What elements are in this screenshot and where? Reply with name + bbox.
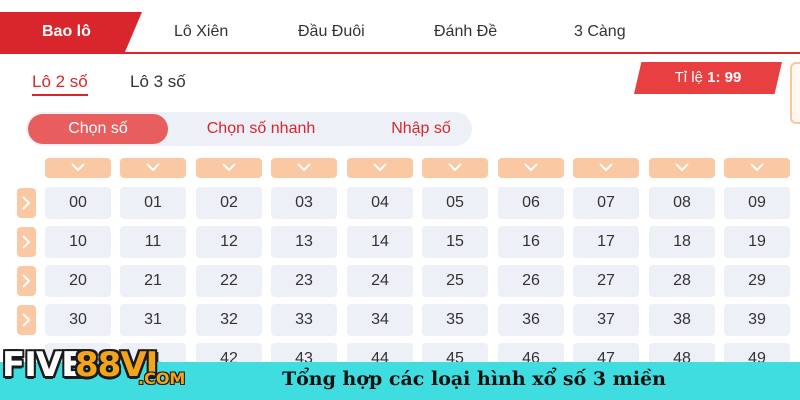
chevron-down-icon [222, 163, 236, 172]
chevron-down-icon [71, 163, 85, 172]
tab-danh-de[interactable]: Đánh Đề [434, 12, 497, 52]
number-cell[interactable]: 39 [724, 304, 790, 336]
banner-title: Tổng hợp các loại hình xổ số 3 miền [282, 368, 666, 390]
column-toggle-5[interactable] [422, 158, 488, 178]
number-cell[interactable]: 33 [271, 304, 337, 336]
row-toggle-1[interactable] [17, 227, 36, 257]
tab-dau-duoi[interactable]: Đầu Đuôi [298, 12, 365, 52]
column-toggle-8[interactable] [649, 158, 715, 178]
number-cell[interactable]: 07 [573, 187, 639, 219]
number-cell[interactable]: 09 [724, 187, 790, 219]
logo-com: .COM [138, 369, 186, 388]
number-cell[interactable]: 14 [347, 226, 413, 258]
number-cell[interactable]: 32 [196, 304, 262, 336]
number-cell[interactable]: 00 [45, 187, 111, 219]
number-cell[interactable]: 06 [498, 187, 564, 219]
odds-label: Tỉ lệ [674, 69, 703, 86]
subtab-lo-3-so[interactable]: Lô 3 số [130, 72, 186, 92]
side-panel-handle[interactable] [790, 62, 800, 124]
number-cell[interactable]: 26 [498, 265, 564, 297]
chevron-down-icon [599, 163, 613, 172]
subtab-lo-2-so[interactable]: Lô 2 số [32, 72, 88, 96]
number-cell[interactable]: 27 [573, 265, 639, 297]
number-cell[interactable]: 29 [724, 265, 790, 297]
chevron-down-icon [448, 163, 462, 172]
chevron-down-icon [675, 163, 689, 172]
row-toggle-3[interactable] [17, 305, 36, 335]
number-cell[interactable]: 08 [649, 187, 715, 219]
column-toggle-0[interactable] [45, 158, 111, 178]
logo-five: FIVE [2, 345, 84, 385]
number-cell[interactable]: 23 [271, 265, 337, 297]
number-cell[interactable]: 35 [422, 304, 488, 336]
column-toggle-1[interactable] [120, 158, 186, 178]
tab-bao-lo[interactable]: Bao lô [0, 12, 142, 52]
tab-3-cang[interactable]: 3 Càng [574, 12, 626, 52]
mode-chon-so[interactable]: Chọn số [28, 114, 168, 144]
number-cell[interactable]: 01 [120, 187, 186, 219]
number-cell[interactable]: 20 [45, 265, 111, 297]
chevron-right-icon [22, 274, 31, 288]
number-cell[interactable]: 02 [196, 187, 262, 219]
number-cell[interactable]: 17 [573, 226, 639, 258]
number-cell[interactable]: 15 [422, 226, 488, 258]
number-cell[interactable]: 05 [422, 187, 488, 219]
row-toggle-0[interactable] [17, 188, 36, 218]
chevron-right-icon [22, 196, 31, 210]
number-cell[interactable]: 31 [120, 304, 186, 336]
number-cell[interactable]: 04 [347, 187, 413, 219]
column-toggle-4[interactable] [347, 158, 413, 178]
column-toggle-3[interactable] [271, 158, 337, 178]
number-cell[interactable]: 34 [347, 304, 413, 336]
brand-logo: FIVE 88VI .COM [0, 339, 200, 397]
chevron-down-icon [373, 163, 387, 172]
number-cell[interactable]: 12 [196, 226, 262, 258]
number-cell[interactable]: 16 [498, 226, 564, 258]
column-toggle-9[interactable] [724, 158, 790, 178]
number-cell[interactable]: 30 [45, 304, 111, 336]
selection-mode-switch: Chọn số Chọn số nhanh Nhập số [26, 112, 472, 146]
number-cell[interactable]: 13 [271, 226, 337, 258]
number-cell[interactable]: 25 [422, 265, 488, 297]
number-cell[interactable]: 22 [196, 265, 262, 297]
number-cell[interactable]: 11 [120, 226, 186, 258]
number-cell[interactable]: 36 [498, 304, 564, 336]
chevron-down-icon [750, 163, 764, 172]
column-toggle-7[interactable] [573, 158, 639, 178]
chevron-down-icon [146, 163, 160, 172]
row-toggle-2[interactable] [17, 266, 36, 296]
number-cell[interactable]: 38 [649, 304, 715, 336]
column-toggle-2[interactable] [196, 158, 262, 178]
number-cell[interactable]: 21 [120, 265, 186, 297]
number-cell[interactable]: 18 [649, 226, 715, 258]
game-type-tabs: Bao lô Lô Xiên Đầu Đuôi Đánh Đề 3 Càng [0, 12, 800, 54]
chevron-down-icon [297, 163, 311, 172]
number-cell[interactable]: 28 [649, 265, 715, 297]
mode-nhap-so[interactable]: Nhập số [356, 112, 486, 146]
chevron-right-icon [22, 313, 31, 327]
odds-badge: Tỉ lệ 1: 99 [634, 62, 782, 94]
odds-value: 1: 99 [707, 69, 742, 86]
number-cell[interactable]: 10 [45, 226, 111, 258]
chevron-down-icon [524, 163, 538, 172]
tab-lo-xien[interactable]: Lô Xiên [174, 12, 228, 52]
number-cell[interactable]: 24 [347, 265, 413, 297]
column-toggle-6[interactable] [498, 158, 564, 178]
mode-chon-so-nhanh[interactable]: Chọn số nhanh [191, 112, 331, 146]
number-cell[interactable]: 37 [573, 304, 639, 336]
chevron-right-icon [22, 235, 31, 249]
number-cell[interactable]: 03 [271, 187, 337, 219]
number-cell[interactable]: 19 [724, 226, 790, 258]
